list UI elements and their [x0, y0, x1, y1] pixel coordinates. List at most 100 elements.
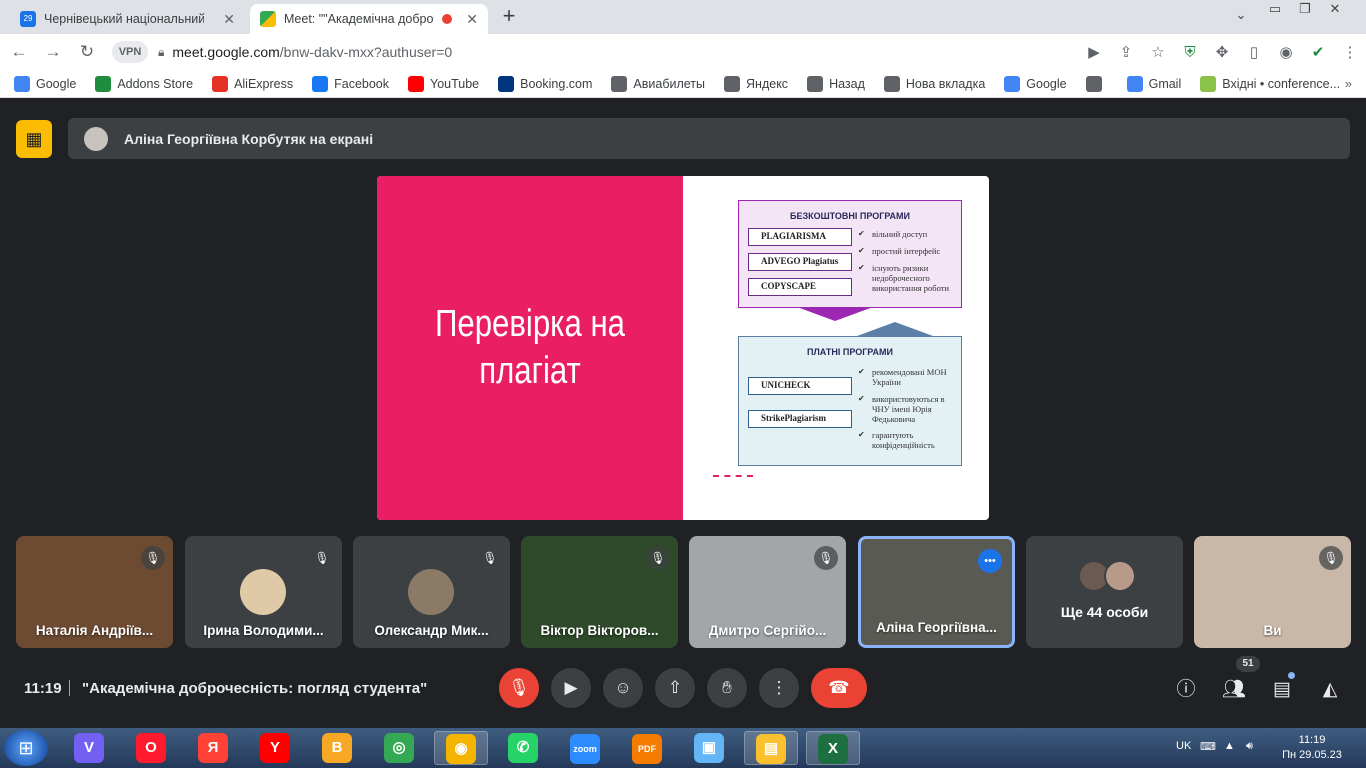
pdf-icon[interactable]: PDF [620, 731, 674, 765]
participant-tile[interactable]: Наталія Андріїв... 🎙︎ [16, 536, 173, 648]
reactions-button[interactable]: ☺ [603, 668, 643, 708]
reload-button[interactable]: ↻ [72, 37, 102, 67]
program-item: ADVEGO Plagiatus [748, 253, 852, 271]
forward-button[interactable]: → [38, 37, 68, 67]
whatsapp-icon[interactable]: ✆ [496, 731, 550, 765]
show-hidden-icons[interactable]: ▲ [1224, 740, 1235, 752]
people-button[interactable]: 👥︎ [1222, 678, 1246, 702]
bookmark-item[interactable]: Addons Store [95, 75, 194, 92]
bookmark-label: Нова вкладка [905, 76, 986, 91]
camera-blocked-icon[interactable]: ▶ [1078, 43, 1110, 61]
viber-icon[interactable]: V [62, 731, 116, 765]
raise-hand-button[interactable]: ✋︎ [707, 668, 747, 708]
bookmark-item[interactable]: Facebook [312, 75, 389, 92]
mic-off-icon: 🎙︎ [814, 546, 838, 570]
volume-icon[interactable]: 🔊︎ [1246, 740, 1253, 753]
shield-extension-icon[interactable]: ⛨ [1174, 44, 1206, 61]
yandex-browser-icon[interactable]: Я [186, 731, 240, 765]
feature-item: ✔ гарантують конфіденційність [858, 430, 935, 450]
bookmark-item[interactable]: Google [14, 75, 76, 92]
lock-icon[interactable]: 🔒︎ [158, 45, 164, 60]
box-icon[interactable]: ▣ [682, 731, 736, 765]
more-bookmarks-icon[interactable]: » [1345, 76, 1352, 91]
meeting-details-button[interactable]: ⓘ [1174, 678, 1198, 702]
participant-name: Олександр Мик... [374, 623, 489, 638]
tab-university[interactable]: 29 Чернівецький національний ун ✕ [10, 4, 245, 34]
close-window-button[interactable]: ✕ [1320, 0, 1350, 20]
bookmark-label: Вхідні • conference... [1222, 76, 1341, 91]
address-bar[interactable]: meet.google.com/bnw-dakv-mxx?authuser=0 [172, 44, 1078, 60]
camera-toggle-button[interactable]: ▶ [551, 668, 591, 708]
clock-date: Пн 29.05.23 [1282, 749, 1342, 761]
bookmark-label: Addons Store [117, 76, 194, 91]
bookmark-item[interactable]: YouTube [408, 75, 479, 92]
security-shield-icon[interactable]: ✔ [1302, 43, 1334, 61]
vpn-badge[interactable]: VPN [112, 41, 148, 63]
tab-search-button[interactable]: ⌄ [1226, 6, 1256, 26]
excel-icon[interactable]: X [806, 731, 860, 765]
taskbar-app-glyph: ▣ [694, 733, 724, 763]
bookmark-item[interactable]: Нова вкладка [883, 75, 986, 92]
participant-tile[interactable]: Олександр Мик... 🎙︎ [353, 536, 510, 648]
restore-button[interactable]: ❐ [1290, 0, 1320, 20]
language-indicator[interactable]: UK [1176, 740, 1191, 752]
bookmark-item[interactable] [1085, 75, 1108, 92]
more-participants-tile[interactable]: Ще 44 особи [1026, 536, 1183, 648]
participant-tile[interactable]: Ви 🎙︎ [1194, 536, 1351, 648]
tab-meet[interactable]: Meet: ""Академічна доброч ✕ [250, 4, 488, 34]
yandex-icon[interactable]: Y [248, 731, 302, 765]
bookmark-item[interactable]: Google [1004, 75, 1067, 92]
chat-button[interactable]: ▤ [1270, 678, 1294, 702]
activities-button[interactable]: ◭ [1318, 678, 1342, 702]
more-options-button[interactable]: ⋮ [759, 668, 799, 708]
bookmark-item[interactable]: Яндекс [724, 75, 788, 92]
menu-icon[interactable]: ⋮ [1334, 43, 1366, 61]
participant-tile[interactable]: Дмитро Сергійо... 🎙︎ [689, 536, 846, 648]
close-icon[interactable]: ✕ [466, 11, 478, 28]
participant-name: Дмитро Сергійо... [708, 623, 827, 638]
tab-title: Meet: ""Академічна доброч [284, 12, 434, 26]
bookmate-icon[interactable]: B [310, 731, 364, 765]
system-clock[interactable]: 11:19 Пн 29.05.23 [1280, 733, 1344, 763]
meet-icon [260, 11, 276, 27]
paid-programs-title: ПЛАТНІ ПРОГРАМИ [807, 347, 893, 357]
explorer-icon[interactable]: ▤ [744, 731, 798, 765]
bookmark-item[interactable]: Gmail [1126, 75, 1182, 92]
vpn-app-icon[interactable]: ◉ [434, 731, 488, 765]
chevron-down-icon[interactable]: ⌄ [1226, 6, 1256, 26]
mic-toggle-button[interactable]: 🎙︎ [499, 668, 539, 708]
stop-presenting-button[interactable]: ▦ [16, 120, 52, 158]
sidebar-icon[interactable]: ▯ [1238, 43, 1270, 61]
bookmark-item[interactable]: AliExpress [212, 75, 293, 92]
extensions-icon[interactable]: ✥ [1206, 43, 1238, 61]
participant-tile[interactable]: Аліна Георгіївна... ••• [858, 536, 1015, 648]
profile-icon[interactable]: ◉ [1270, 43, 1302, 61]
share-icon[interactable]: ⇪ [1110, 43, 1142, 61]
chrome-icon[interactable]: ◎ [372, 731, 426, 765]
opera-icon[interactable]: O [124, 731, 178, 765]
bookmark-label: Gmail [1148, 76, 1182, 91]
check-icon: ✔ [858, 367, 865, 376]
free-programs-box: БЕЗКОШТОВНІ ПРОГРАМИ PLAGIARISMA ADVEGO … [738, 200, 962, 308]
minimize-button[interactable]: ▭ [1260, 0, 1290, 20]
bookmark-item[interactable]: Авиабилеты [611, 75, 705, 92]
leave-call-button[interactable]: ☎︎ [811, 668, 867, 708]
paid-programs-box: ПЛАТНІ ПРОГРАМИ UNICHECK StrikePlagiaris… [738, 336, 962, 466]
chat-icon: ▤ [1273, 679, 1291, 700]
close-icon[interactable]: ✕ [223, 11, 235, 28]
keyboard-icon[interactable]: ⌨ [1200, 740, 1216, 753]
star-icon[interactable]: ☆ [1142, 43, 1174, 61]
back-button[interactable]: ← [4, 37, 34, 67]
bookmark-item[interactable]: Booking.com [498, 75, 592, 92]
taskbar-app-glyph: O [136, 733, 166, 763]
present-button[interactable]: ⇧ [655, 668, 695, 708]
start-button[interactable]: ⊞ [4, 730, 48, 766]
bookmark-item[interactable]: Вхідні • conference... [1200, 75, 1341, 92]
zoom-icon[interactable]: zoom [558, 731, 612, 765]
participant-tile[interactable]: Ірина Володими... 🎙︎ [185, 536, 342, 648]
tab-strip: 29 Чернівецький національний ун ✕ Meet: … [0, 0, 1366, 34]
participant-tile[interactable]: Віктор Вікторов... 🎙︎ [521, 536, 678, 648]
window-controls: ▭ ❐ ✕ [1260, 0, 1350, 20]
bookmark-item[interactable]: Назад [807, 75, 865, 92]
new-tab-button[interactable]: + [497, 5, 521, 29]
